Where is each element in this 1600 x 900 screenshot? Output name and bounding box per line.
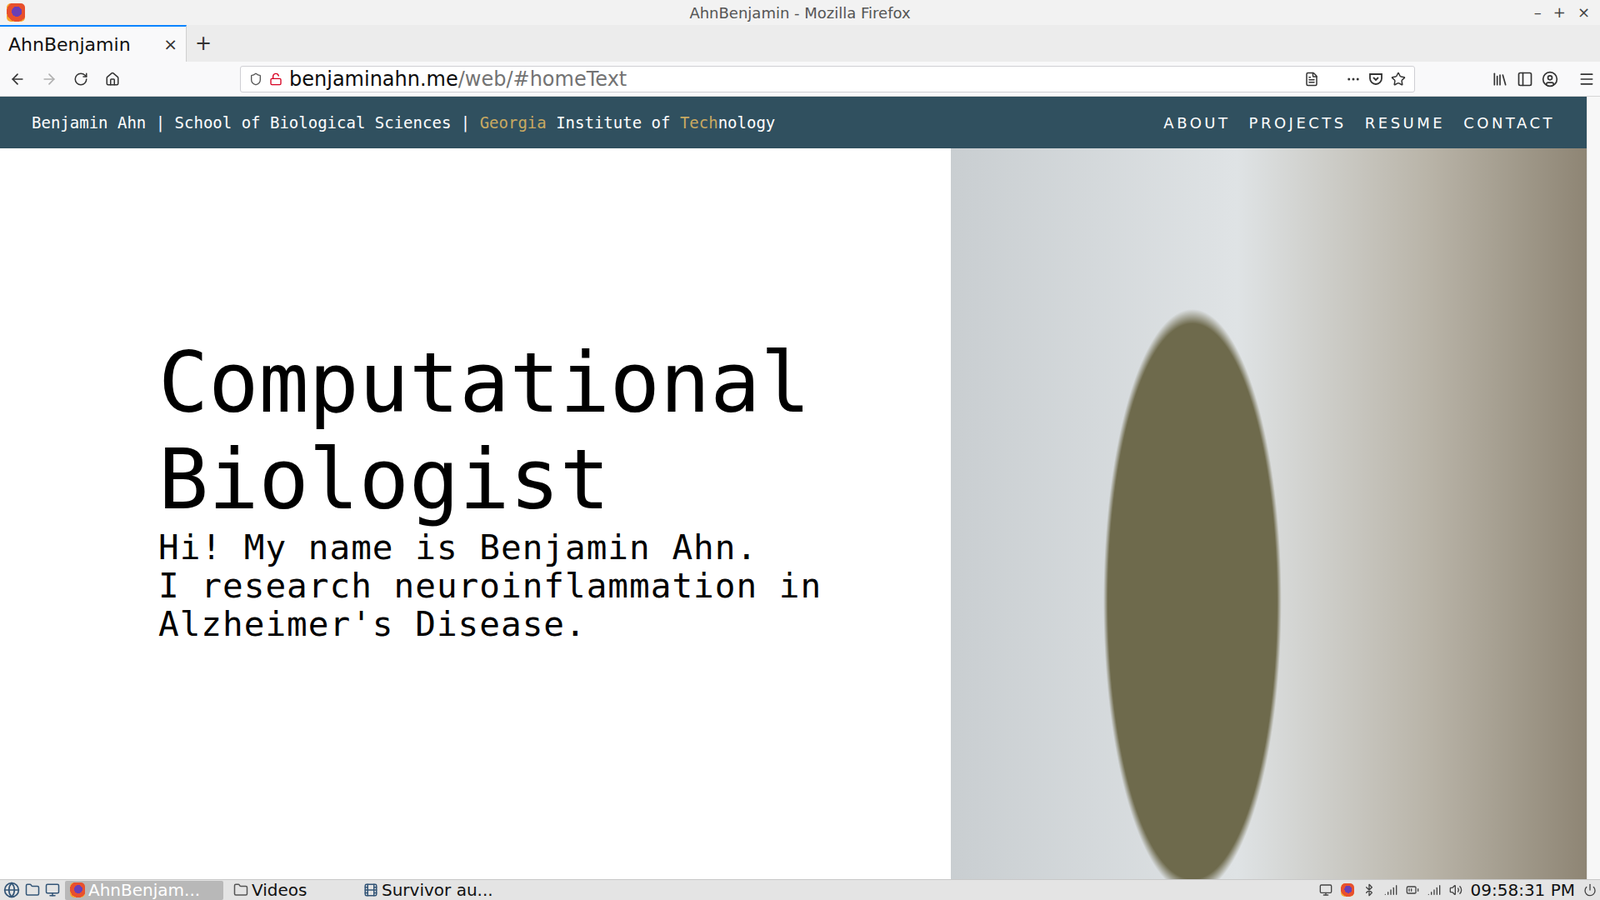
site-header: Benjamin Ahn | School of Biological Scie… [0, 96, 1587, 149]
star-icon[interactable] [1390, 71, 1406, 87]
hero-heading: ComputationalBiologist [158, 335, 951, 529]
site-nav-link[interactable]: RESUME [1365, 114, 1445, 132]
window-title: AhnBenjamin - Mozilla Firefox [689, 4, 910, 22]
site-nav: ABOUT PROJECTS RESUME CONTACT [1163, 114, 1555, 132]
url-host: benjaminahn.me [289, 67, 459, 91]
arrow-right-icon [40, 70, 58, 88]
brand-part: Georgia [480, 113, 547, 132]
start-menu-icon[interactable] [3, 881, 20, 899]
clock[interactable]: 09:58:31 PM [1470, 880, 1576, 900]
tab-close[interactable]: × [163, 34, 178, 55]
title-bar: AhnBenjamin - Mozilla Firefox –+ × [0, 0, 1600, 25]
arrow-left-icon [9, 70, 26, 88]
taskbar: AhnBenjam... Videos Survivor au... 09:58:31… [0, 879, 1600, 900]
reader-view-icon[interactable] [1304, 71, 1320, 87]
power-icon[interactable] [1583, 883, 1597, 897]
site-nav-link[interactable]: CONTACT [1463, 114, 1555, 132]
battery-icon[interactable] [1405, 883, 1420, 897]
site-nav-link[interactable]: ABOUT [1163, 114, 1230, 132]
firefox-icon [6, 3, 25, 22]
site-nav-link[interactable]: PROJECTS [1249, 114, 1347, 132]
task-item[interactable]: Videos [228, 880, 354, 900]
brand-part: nology [718, 113, 776, 132]
home-button[interactable] [100, 66, 125, 92]
signal-icon[interactable] [1427, 883, 1441, 897]
desktop-icon[interactable] [45, 882, 60, 898]
insecure-lock-icon [269, 72, 283, 86]
firefox-tray-icon[interactable] [1340, 883, 1355, 897]
home-icon [105, 71, 120, 87]
viewport: Benjamin Ahn | School of Biological Scie… [0, 96, 1587, 880]
scrollbar[interactable] [1586, 96, 1600, 880]
back-button[interactable] [5, 66, 30, 92]
forward-button[interactable] [36, 66, 62, 92]
hero: ComputationalBiologistHi! My name is Ben… [0, 148, 1587, 880]
task-label: AhnBenjam... [88, 880, 200, 900]
bluetooth-icon[interactable] [1362, 883, 1376, 897]
task-label: Videos [251, 880, 307, 900]
volume-icon[interactable] [1449, 883, 1463, 897]
tab[interactable]: AhnBenjamin × [0, 25, 187, 62]
heading-line: Biologist [158, 431, 951, 529]
system-tray: 09:58:31 PM [1319, 880, 1598, 900]
window-control[interactable]: × [1577, 5, 1590, 20]
brand-part: Tech [680, 113, 719, 132]
launcher [3, 881, 60, 899]
window-controls: –+ × [1534, 5, 1594, 20]
site-brand: Benjamin Ahn | School of Biological Scie… [31, 113, 775, 132]
new-tab-button[interactable]: + [186, 25, 220, 62]
reload-button[interactable] [68, 66, 94, 92]
nav-bar: benjaminahn.me/web/#homeText [0, 61, 1600, 97]
profile-photo [950, 148, 1587, 880]
toolbar-icons [1491, 70, 1595, 88]
url-path: /web/#homeText [458, 67, 628, 91]
folder-icon [233, 882, 249, 898]
task-item[interactable]: Survivor au... [358, 880, 499, 900]
network-icon[interactable] [1384, 883, 1398, 897]
shield-icon [249, 72, 263, 86]
hero-text: ComputationalBiologistHi! My name is Ben… [0, 148, 951, 880]
intro-line: Hi! My name is Benjamin Ahn. [158, 528, 951, 567]
menu-icon[interactable] [1578, 70, 1595, 88]
intro-line: I research neuroinflammation in [158, 566, 951, 605]
firefox-icon [70, 882, 85, 898]
window-control[interactable]: – [1534, 5, 1542, 20]
media-icon [363, 882, 379, 898]
file-manager-icon[interactable] [25, 882, 40, 898]
hero-intro: Hi! My name is Benjamin Ahn.I research n… [158, 528, 951, 644]
window-control[interactable]: + [1553, 5, 1566, 20]
brand-part: Institute of [546, 113, 680, 132]
task-item[interactable]: AhnBenjam... [65, 880, 224, 900]
page: Benjamin Ahn | School of Biological Scie… [0, 96, 1600, 880]
heading-line: Computational [158, 335, 951, 432]
page-actions-icon[interactable] [1345, 71, 1361, 87]
desktop: AhnBenjamin - Mozilla Firefox–+×AhnBenja… [0, 0, 1600, 900]
tab-label: AhnBenjamin [8, 34, 131, 55]
intro-line: Alzheimer's Disease. [158, 605, 951, 644]
library-icon[interactable] [1491, 70, 1509, 88]
brand-part: Benjamin Ahn | School of Biological Scie… [31, 113, 480, 132]
url-text: benjaminahn.me/web/#homeText [289, 67, 1298, 91]
url-field[interactable]: benjaminahn.me/web/#homeText [240, 65, 1415, 93]
tab-bar: AhnBenjamin × + [0, 25, 1600, 62]
reload-icon [73, 71, 89, 87]
sidebar-icon[interactable] [1516, 70, 1534, 88]
pocket-icon[interactable] [1367, 70, 1385, 88]
account-icon[interactable] [1541, 70, 1559, 88]
task-label: Survivor au... [381, 880, 494, 900]
display-icon[interactable] [1319, 883, 1333, 897]
